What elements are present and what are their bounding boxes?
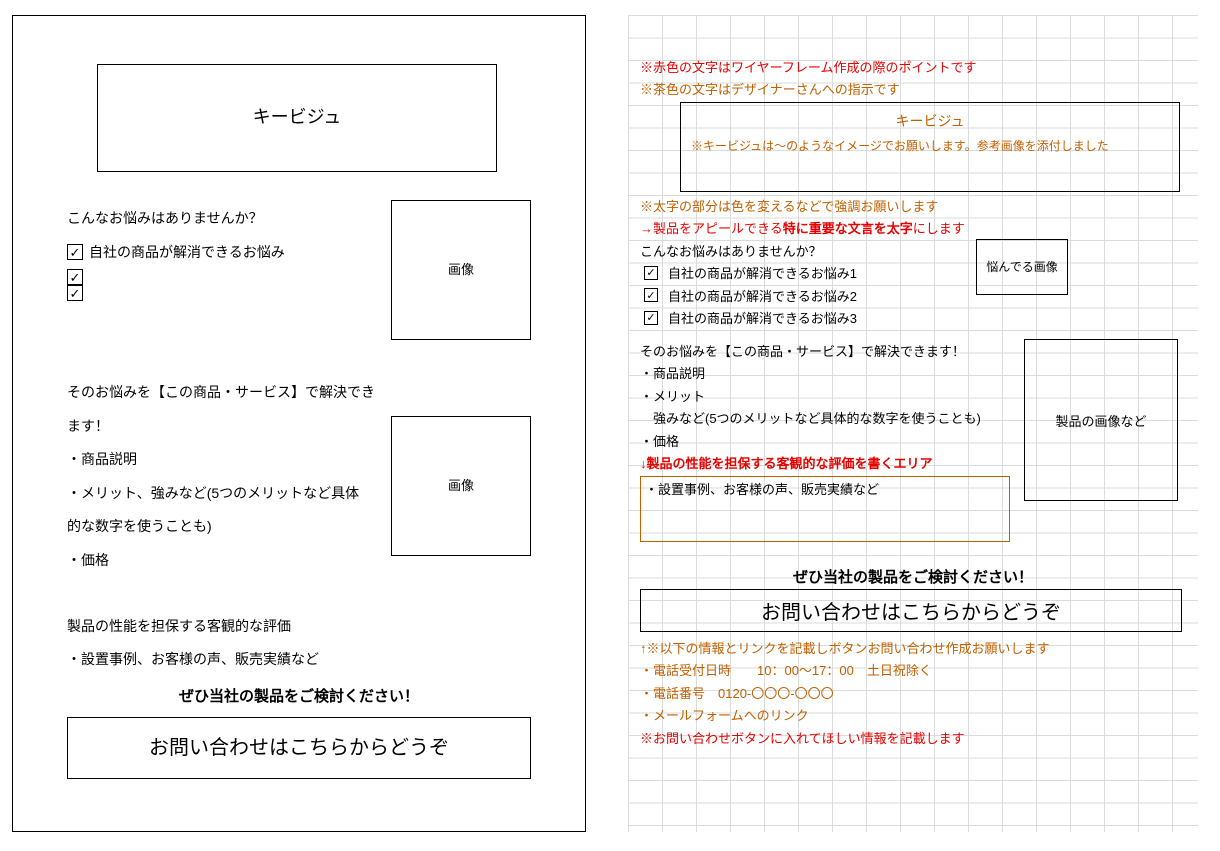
right-page: ※赤色の文字はワイヤーフレーム作成の際のポイントです ※茶色の文字はデザイナーさ… xyxy=(628,15,1198,832)
emphasis-note-brown: ※太字の部分は色を変えるなどで強調お願いします xyxy=(636,194,1190,217)
key-visual-box: キービジュ ※キービジュは～のようなイメージでお願いします。参考画像を添付しまし… xyxy=(680,102,1180,192)
image-placeholder: 画像 xyxy=(391,200,531,340)
key-visual-label: キービジュ xyxy=(253,96,342,139)
performance-box: ・設置事例、お客様の声、販売実績など xyxy=(640,476,1010,542)
image-placeholder: 画像 xyxy=(391,416,531,556)
worry-item-2: ✓ xyxy=(67,269,285,285)
solve-line: ・価格 xyxy=(636,429,1018,452)
worry-question: こんなお悩みはありませんか？ xyxy=(67,202,285,236)
product-image-placeholder: 製品の画像など xyxy=(1024,339,1178,501)
checkbox-icon: ✓ xyxy=(67,244,83,260)
solve-title: そのお悩みを【この商品・サービス】で解決できます！ xyxy=(67,376,379,443)
worry-question: こんなお悩みはありませんか？ xyxy=(636,239,972,262)
perf-title: 製品の性能を担保する客観的な評価 xyxy=(67,610,531,644)
emphasis-note-red: →製品をアピールできる 特に重要な文言を太字 にします xyxy=(636,217,1190,240)
footer-note: ・電話番号 0120-〇〇〇-〇〇〇 xyxy=(636,681,1190,704)
cta-title: ぜひ当社の製品をご検討ください！ xyxy=(67,679,531,715)
solve-line: ・メリット xyxy=(636,384,1018,407)
cta-text: お問い合わせはこちらからどうぞ xyxy=(761,602,1061,624)
solve-block: そのお悩みを【この商品・サービス】で解決できます！ ・商品説明 ・メリット、強み… xyxy=(67,376,531,578)
solve-line: ・価格 xyxy=(67,544,379,578)
footer-note: ↑※以下の情報とリンクを記載しボタンお問い合わせ作成お願いします xyxy=(636,636,1190,659)
note-red: ※赤色の文字はワイヤーフレーム作成の際のポイントです xyxy=(636,55,1190,78)
right-content: ※赤色の文字はワイヤーフレーム作成の際のポイントです ※茶色の文字はデザイナーさ… xyxy=(628,55,1198,749)
worry-item-text: 自社の商品が解消できるお悩み xyxy=(89,236,285,270)
solve-text: そのお悩みを【この商品・サービス】で解決できます！ ・商品説明 ・メリット、強み… xyxy=(67,376,379,578)
worry-item-3: ✓ xyxy=(67,285,285,301)
worry-item-2: ✓ 自社の商品が解消できるお悩み2 xyxy=(636,284,972,307)
solve-line: 的な数字を使うことも) xyxy=(67,510,379,544)
solve-line: ・商品説明 xyxy=(67,443,379,477)
checkbox-icon: ✓ xyxy=(67,285,83,301)
kv-sub: ※キービジュは～のようなイメージでお願いします。参考画像を添付しました xyxy=(691,137,1169,155)
image-label: 画像 xyxy=(448,470,474,501)
worry-image-placeholder: 悩んでる画像 xyxy=(976,239,1068,295)
cta-text: お問い合わせはこちらからどうぞ xyxy=(149,737,449,759)
performance-block: 製品の性能を担保する客観的な評価 ・設置事例、お客様の声、販売実績など xyxy=(67,610,531,677)
image-label: 画像 xyxy=(448,254,474,285)
footer-note: ・電話受付日時 10：00～17：00 土日祝除く xyxy=(636,659,1190,682)
solve-title: そのお悩みを【この商品・サービス】で解決できます！ xyxy=(636,339,1018,362)
worry-item-1: ✓ 自社の商品が解消できるお悩み xyxy=(67,236,285,270)
worry-item-1: ✓ 自社の商品が解消できるお悩み1 xyxy=(636,262,972,285)
kv-title: キービジュ xyxy=(691,111,1169,131)
worry-lines: こんなお悩みはありませんか？ ✓ 自社の商品が解消できるお悩み ✓ ✓ xyxy=(67,200,285,301)
worry-block: こんなお悩みはありませんか？ ✓ 自社の商品が解消できるお悩み ✓ ✓ 画像 xyxy=(67,200,531,340)
solve-block: そのお悩みを【この商品・サービス】で解決できます！ ・商品説明 ・メリット 強み… xyxy=(636,339,1190,542)
solve-line: 強みなど(5つのメリットなど具体的な数字を使うことも) xyxy=(636,407,1018,430)
worry-item-3: ✓ 自社の商品が解消できるお悩み3 xyxy=(636,307,972,330)
solve-line: ・メリット、強みなど(5つのメリットなど具体 xyxy=(67,477,379,511)
checkbox-icon: ✓ xyxy=(67,269,83,285)
perf-title: ↓製品の性能を担保する客観的な評価を書くエリア xyxy=(636,452,1018,475)
worry-lines: こんなお悩みはありませんか？ ✓ 自社の商品が解消できるお悩み1 ✓ 自社の商品… xyxy=(636,239,972,329)
checkbox-icon: ✓ xyxy=(644,288,658,302)
cta-title: ぜひ当社の製品をご検討ください！ xyxy=(636,566,1190,587)
checkbox-icon: ✓ xyxy=(644,266,658,280)
solve-lines: そのお悩みを【この商品・サービス】で解決できます！ ・商品説明 ・メリット 強み… xyxy=(636,339,1018,542)
note-brown: ※茶色の文字はデザイナーさんへの指示です xyxy=(636,78,1190,101)
checkbox-icon: ✓ xyxy=(644,311,658,325)
left-page: キービジュ こんなお悩みはありませんか？ ✓ 自社の商品が解消できるお悩み ✓ … xyxy=(12,15,586,832)
cta-box[interactable]: お問い合わせはこちらからどうぞ xyxy=(640,589,1182,632)
key-visual-box: キービジュ xyxy=(97,64,497,172)
solve-line: ・商品説明 xyxy=(636,362,1018,385)
worry-block: こんなお悩みはありませんか？ ✓ 自社の商品が解消できるお悩み1 ✓ 自社の商品… xyxy=(636,239,1190,329)
perf-line: ・設置事例、お客様の声、販売実績など xyxy=(67,643,531,677)
footer-note-red: ※お問い合わせボタンに入れてほしい情報を記載します xyxy=(636,726,1190,749)
cta-box[interactable]: お問い合わせはこちらからどうぞ xyxy=(67,717,531,779)
footer-note: ・メールフォームへのリンク xyxy=(636,704,1190,727)
